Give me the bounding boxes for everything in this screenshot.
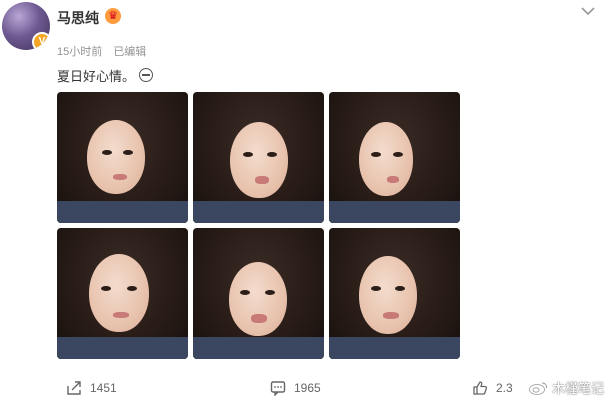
photo-5[interactable]: [193, 228, 324, 359]
photo-face: [87, 120, 145, 194]
photo-shirt: [329, 337, 460, 359]
photo-1[interactable]: [57, 92, 188, 223]
photo-eye: [101, 286, 111, 291]
photo-mouth: [383, 312, 399, 319]
photo-eye: [243, 152, 253, 157]
comment-count: 1965: [294, 381, 321, 395]
watermark: 木槿笔记: [528, 378, 604, 397]
photo-grid: [57, 92, 461, 360]
post-text: 夏日好心情。: [57, 66, 154, 85]
post-meta: 15小时前 已编辑: [57, 43, 146, 59]
photo-mouth: [387, 176, 399, 183]
photo-shirt: [57, 201, 188, 223]
post-time[interactable]: 15小时前: [57, 46, 102, 58]
photo-eye: [393, 152, 403, 157]
comment-icon: [270, 381, 286, 396]
verified-badge-icon: V: [32, 32, 50, 50]
comment-button[interactable]: 1965: [270, 380, 321, 396]
photo-eye: [127, 286, 137, 291]
photo-eye: [265, 290, 275, 295]
share-button[interactable]: 1451: [66, 380, 117, 396]
photo-shirt: [329, 201, 460, 223]
watermark-text: 木槿笔记: [551, 381, 604, 396]
photo-shirt: [193, 337, 324, 359]
share-count: 1451: [90, 381, 117, 395]
photo-eye: [371, 152, 381, 157]
thumbs-up-icon: [473, 381, 488, 395]
photo-eye: [102, 150, 112, 155]
emoji-icon: [139, 68, 154, 82]
photo-mouth: [113, 312, 129, 318]
photo-eye: [240, 290, 250, 295]
photo-face: [359, 122, 413, 196]
photo-shirt: [57, 337, 188, 359]
weibo-logo-icon: [529, 382, 548, 395]
action-bar: 1451 1965 2.3 木槿笔记: [0, 372, 610, 402]
photo-eye: [267, 152, 277, 157]
photo-4[interactable]: [57, 228, 188, 359]
photo-eye: [371, 286, 381, 291]
photo-face: [89, 254, 149, 332]
like-count: 2.3: [496, 381, 513, 395]
avatar[interactable]: V: [2, 2, 50, 50]
photo-6[interactable]: [329, 228, 460, 359]
photo-face: [230, 122, 288, 198]
photo-3[interactable]: [329, 92, 460, 223]
chevron-down-icon[interactable]: [580, 6, 596, 16]
photo-face: [359, 256, 417, 334]
photo-mouth: [255, 176, 269, 184]
crown-icon: ♛: [105, 8, 121, 24]
photo-shirt: [193, 201, 324, 223]
photo-eye: [395, 286, 405, 291]
like-button[interactable]: 2.3: [472, 380, 513, 396]
photo-mouth: [113, 174, 127, 180]
photo-mouth: [251, 314, 267, 323]
edited-label: 已编辑: [113, 46, 147, 58]
photo-2[interactable]: [193, 92, 324, 223]
username[interactable]: 马思纯: [57, 8, 99, 28]
photo-eye: [123, 150, 133, 155]
post-body: 夏日好心情。: [57, 69, 136, 84]
photo-face: [229, 262, 287, 336]
share-icon: [67, 381, 81, 395]
